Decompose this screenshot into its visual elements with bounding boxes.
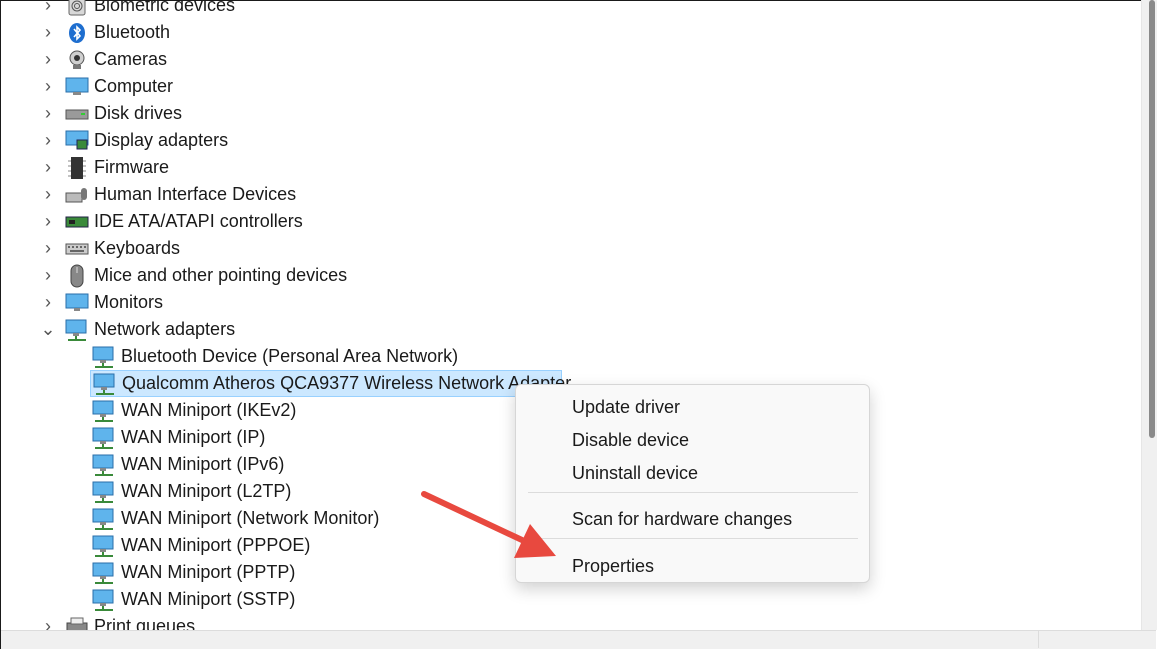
network-adapter-icon — [92, 561, 116, 585]
category-mice[interactable]: › Mice and other pointing devices — [41, 262, 347, 289]
chevron-right-icon[interactable]: › — [41, 211, 55, 231]
device-label: WAN Miniport (IP) — [121, 427, 266, 447]
network-adapter-icon — [92, 480, 116, 504]
category-label: Display adapters — [94, 130, 229, 150]
network-adapter-icon — [65, 318, 89, 342]
category-keyboards[interactable]: › Keyboards — [41, 235, 180, 262]
device-label: WAN Miniport (PPTP) — [121, 562, 296, 582]
category-display-adapters[interactable]: › Display adapters — [41, 127, 228, 154]
chevron-right-icon[interactable]: › — [41, 76, 55, 96]
menu-item-scan-hardware[interactable]: Scan for hardware changes — [572, 507, 792, 531]
category-label: Bluetooth — [94, 22, 171, 42]
chevron-right-icon[interactable]: › — [41, 265, 55, 285]
computer-icon — [65, 75, 89, 99]
category-label: Biometric devices — [94, 0, 236, 15]
monitor-icon — [65, 291, 89, 315]
device-label: Qualcomm Atheros QCA9377 Wireless Networ… — [122, 373, 572, 393]
chevron-right-icon[interactable]: › — [41, 103, 55, 123]
category-label: Cameras — [94, 49, 168, 69]
disk-drive-icon — [65, 102, 89, 126]
category-bluetooth[interactable]: › Bluetooth — [41, 19, 170, 46]
mouse-icon — [65, 264, 89, 288]
device-item[interactable]: WAN Miniport (Network Monitor) — [92, 505, 379, 532]
device-label: WAN Miniport (PPPOE) — [121, 535, 311, 555]
menu-item-update-driver[interactable]: Update driver — [572, 395, 680, 419]
chevron-right-icon[interactable]: › — [41, 184, 55, 204]
chevron-right-icon[interactable]: › — [41, 0, 55, 15]
chevron-right-icon[interactable]: › — [41, 238, 55, 258]
network-adapter-icon — [92, 426, 116, 450]
network-adapter-icon — [92, 453, 116, 477]
device-item[interactable]: WAN Miniport (PPTP) — [92, 559, 295, 586]
category-label: Computer — [94, 76, 174, 96]
fingerprint-icon — [65, 0, 89, 18]
firmware-chip-icon — [65, 156, 89, 180]
chevron-down-icon[interactable]: ⌄ — [40, 319, 55, 339]
category-label: Human Interface Devices — [94, 184, 297, 204]
keyboard-icon — [65, 237, 89, 261]
category-label: Network adapters — [94, 319, 236, 339]
category-cameras[interactable]: › Cameras — [41, 46, 167, 73]
device-item[interactable]: WAN Miniport (IPv6) — [92, 451, 284, 478]
device-item[interactable]: WAN Miniport (IKEv2) — [92, 397, 296, 424]
camera-icon — [65, 48, 89, 72]
network-adapter-icon — [92, 507, 116, 531]
horizontal-scrollbar[interactable] — [1, 630, 1156, 649]
category-hid[interactable]: › Human Interface Devices — [41, 181, 296, 208]
network-adapter-icon — [92, 534, 116, 558]
status-divider — [1038, 630, 1039, 648]
device-item-selected[interactable]: Qualcomm Atheros QCA9377 Wireless Networ… — [90, 370, 571, 397]
category-label: IDE ATA/ATAPI controllers — [94, 211, 303, 231]
category-monitors[interactable]: › Monitors — [41, 289, 163, 316]
device-label: WAN Miniport (IKEv2) — [121, 400, 297, 420]
category-network-adapters[interactable]: ⌄ Network adapters — [40, 316, 236, 343]
category-label: Mice and other pointing devices — [94, 265, 348, 285]
bluetooth-icon — [65, 21, 89, 45]
category-label: Monitors — [94, 292, 164, 312]
device-label: WAN Miniport (L2TP) — [121, 481, 292, 501]
context-menu: Update driver Disable device Uninstall d… — [515, 384, 870, 583]
menu-item-properties[interactable]: Properties — [572, 554, 654, 578]
device-item[interactable]: WAN Miniport (L2TP) — [92, 478, 291, 505]
category-biometric[interactable]: › Biometric devices — [41, 0, 235, 19]
network-adapter-icon — [93, 372, 117, 396]
chevron-right-icon[interactable]: › — [41, 292, 55, 312]
category-label: Keyboards — [94, 238, 181, 258]
network-adapter-icon — [92, 588, 116, 612]
menu-item-disable-device[interactable]: Disable device — [572, 428, 689, 452]
menu-separator — [528, 538, 858, 539]
category-label: Firmware — [94, 157, 169, 177]
chevron-right-icon[interactable]: › — [41, 49, 55, 69]
menu-item-uninstall-device[interactable]: Uninstall device — [572, 461, 698, 485]
network-adapter-icon — [92, 345, 116, 369]
category-ide[interactable]: › IDE ATA/ATAPI controllers — [41, 208, 303, 235]
category-computer[interactable]: › Computer — [41, 73, 173, 100]
display-adapter-icon — [65, 129, 89, 153]
device-item[interactable]: WAN Miniport (SSTP) — [92, 586, 295, 613]
device-label: WAN Miniport (Network Monitor) — [121, 508, 380, 528]
category-disk-drives[interactable]: › Disk drives — [41, 100, 182, 127]
device-item[interactable]: WAN Miniport (PPPOE) — [92, 532, 310, 559]
chevron-right-icon[interactable]: › — [41, 22, 55, 42]
chevron-right-icon[interactable]: › — [41, 157, 55, 177]
device-label: WAN Miniport (SSTP) — [121, 589, 296, 609]
device-item[interactable]: WAN Miniport (IP) — [92, 424, 265, 451]
ide-controller-icon — [65, 210, 89, 234]
device-label: WAN Miniport (IPv6) — [121, 454, 285, 474]
device-label: Bluetooth Device (Personal Area Network) — [121, 346, 459, 366]
network-adapter-icon — [92, 399, 116, 423]
scrollbar-thumb[interactable] — [1149, 0, 1155, 438]
chevron-right-icon[interactable]: › — [41, 130, 55, 150]
device-item[interactable]: Bluetooth Device (Personal Area Network) — [92, 343, 458, 370]
category-firmware[interactable]: › Firmware — [41, 154, 169, 181]
category-label: Disk drives — [94, 103, 183, 123]
menu-separator — [528, 492, 858, 493]
hid-icon — [65, 183, 89, 207]
